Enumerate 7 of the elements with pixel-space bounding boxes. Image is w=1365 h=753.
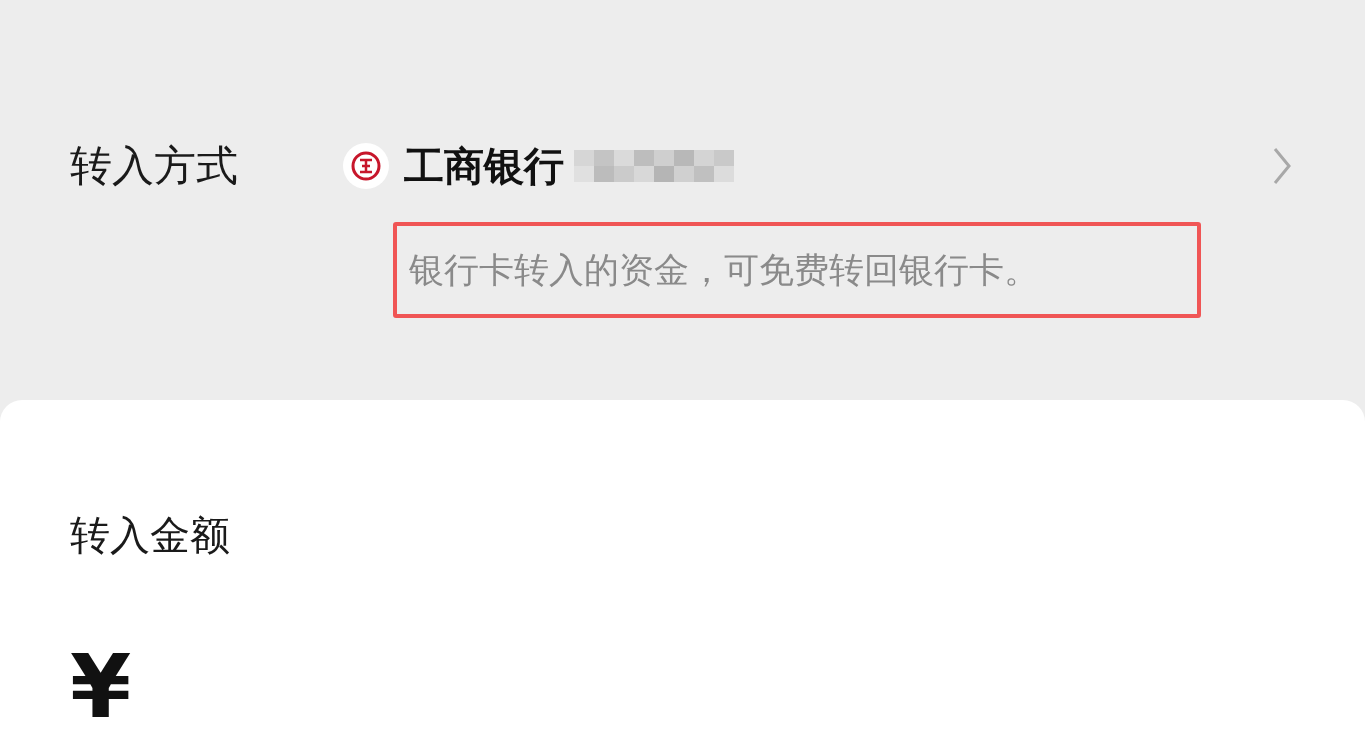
currency-symbol: ¥	[70, 643, 132, 731]
bank-name: 工商银行	[404, 141, 564, 191]
method-label: 转入方式	[70, 140, 239, 192]
chevron-right-icon[interactable]	[1272, 146, 1292, 186]
amount-label: 转入金额	[70, 511, 230, 560]
hint-text: 银行卡转入的资金，可免费转回银行卡。	[409, 248, 1039, 292]
bank-logo-icon	[342, 142, 390, 190]
